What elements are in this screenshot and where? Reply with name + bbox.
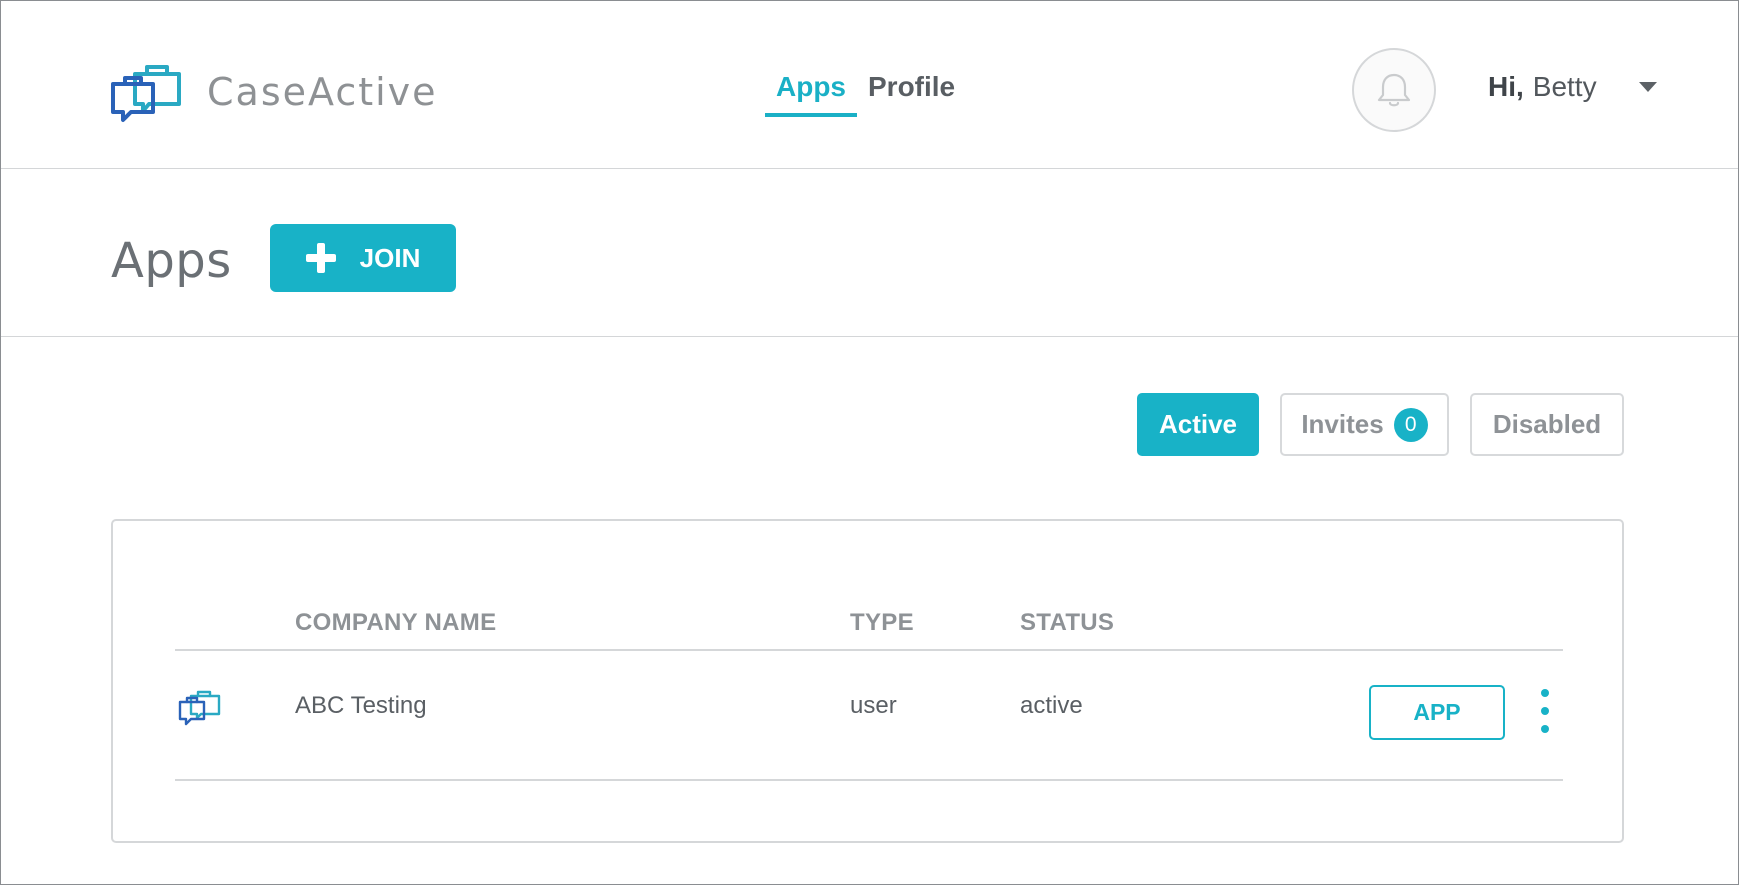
filter-tab-active[interactable]: Active xyxy=(1137,393,1259,456)
page-title: Apps xyxy=(111,233,232,289)
page-title-bar: Apps JOIN xyxy=(1,169,1738,337)
column-header-status: STATUS xyxy=(1020,609,1115,636)
kebab-menu-icon[interactable] xyxy=(1535,689,1555,733)
join-button[interactable]: JOIN xyxy=(270,224,456,292)
bell-icon xyxy=(1377,73,1411,107)
cell-company-name: ABC Testing xyxy=(295,692,427,719)
kebab-dot xyxy=(1541,689,1549,697)
greeting-label: Hi, xyxy=(1488,71,1524,102)
briefcase-chat-icon xyxy=(111,65,181,122)
filter-tab-disabled[interactable]: Disabled xyxy=(1470,393,1624,456)
status-filter-tabs: Active Invites 0 Disabled xyxy=(1137,393,1624,456)
app-window: CaseActive Apps Profile Hi, Betty Apps J… xyxy=(0,0,1739,885)
column-header-type: TYPE xyxy=(850,609,914,636)
nav-tab-profile[interactable]: Profile xyxy=(857,65,966,117)
notifications-button[interactable] xyxy=(1352,48,1436,132)
kebab-dot xyxy=(1541,725,1549,733)
apps-table-card: COMPANY NAME TYPE STATUS ABC Testing use… xyxy=(111,519,1624,843)
brand-name: CaseActive xyxy=(207,70,438,114)
invites-count-badge: 0 xyxy=(1393,407,1428,442)
briefcase-chat-icon xyxy=(178,690,221,726)
plus-icon xyxy=(305,243,336,273)
join-button-label: JOIN xyxy=(359,242,421,273)
table-header: COMPANY NAME TYPE STATUS xyxy=(175,609,1563,651)
user-name: Betty xyxy=(1532,71,1597,102)
cell-type: user xyxy=(850,692,897,719)
cell-status: active xyxy=(1020,692,1083,719)
filter-tab-active-label: Active xyxy=(1158,409,1238,439)
main-nav: Apps Profile xyxy=(765,65,966,117)
brand-logo[interactable]: CaseActive xyxy=(111,59,438,125)
kebab-dot xyxy=(1541,707,1549,715)
nav-tab-apps[interactable]: Apps xyxy=(765,65,857,117)
top-header: CaseActive Apps Profile Hi, Betty xyxy=(1,1,1738,169)
table-row: ABC Testing user active APP xyxy=(175,651,1563,781)
column-header-company-name: COMPANY NAME xyxy=(295,609,497,636)
user-menu[interactable]: Hi, Betty xyxy=(1488,71,1657,103)
caret-down-icon[interactable] xyxy=(1638,82,1657,92)
filter-tab-invites-label: Invites xyxy=(1301,409,1384,439)
filter-tab-disabled-label: Disabled xyxy=(1492,409,1602,439)
filter-tab-invites[interactable]: Invites 0 xyxy=(1280,393,1449,456)
open-app-button[interactable]: APP xyxy=(1369,685,1505,740)
